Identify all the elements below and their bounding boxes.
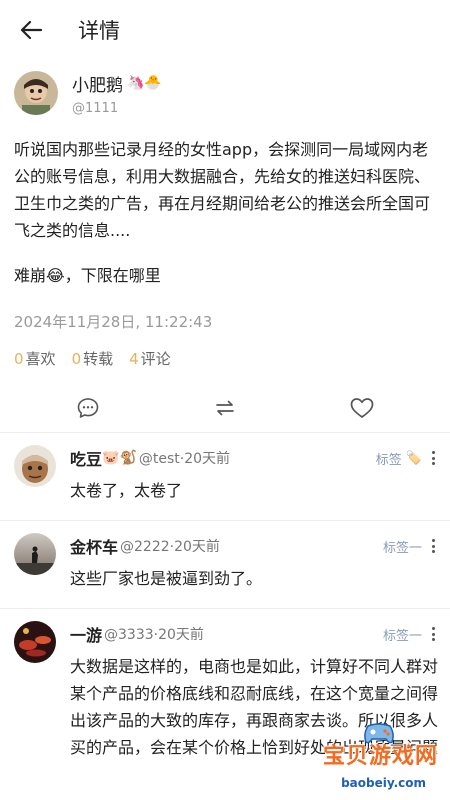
post-actions bbox=[0, 383, 450, 433]
comment-meta: @2222·20天前 bbox=[120, 539, 220, 555]
commenter-avatar[interactable] bbox=[14, 445, 56, 487]
comment-meta: @test·20天前 bbox=[138, 451, 231, 467]
author-avatar[interactable] bbox=[14, 71, 58, 115]
commenter-name[interactable]: 金杯车 bbox=[70, 534, 118, 558]
comment-tag: 标签一 bbox=[382, 540, 422, 556]
back-arrow-icon[interactable] bbox=[18, 17, 44, 43]
commenter-avatar[interactable] bbox=[14, 621, 56, 663]
commenter-name[interactable]: 一游 bbox=[70, 622, 102, 646]
author-emojis: 🦄🐣 bbox=[127, 75, 162, 91]
commenter-avatar[interactable] bbox=[14, 533, 56, 575]
more-vertical-icon[interactable] bbox=[426, 537, 440, 555]
more-vertical-icon[interactable] bbox=[426, 449, 440, 467]
heart-icon[interactable] bbox=[342, 388, 382, 428]
comments-stat[interactable]: 4 评论 bbox=[129, 348, 171, 369]
comment-tag: 标签一 bbox=[382, 628, 422, 644]
top-bar: 详情 bbox=[0, 0, 450, 60]
author-handle: @1111 bbox=[72, 100, 119, 116]
comment-icon[interactable] bbox=[68, 388, 108, 428]
author-name: 小肥鹅 bbox=[72, 75, 123, 96]
comment-item: 吃豆 🐷🐒 @test·20天前 标签 🏷️ 太卷了，太卷了 bbox=[0, 433, 450, 521]
site-watermark: 宝贝游戏网 baobeiy.com bbox=[304, 702, 444, 798]
post-paragraph: 听说国内那些记录月经的女性app，会探测同一局域网内老公的账号信息，利用大数据融… bbox=[14, 140, 431, 240]
comment-text: 太卷了，太卷了 bbox=[70, 481, 183, 500]
commenter-name[interactable]: 吃豆 bbox=[70, 446, 102, 470]
post-paragraph: 难崩😂，下限在哪里 bbox=[14, 266, 161, 285]
more-vertical-icon[interactable] bbox=[426, 625, 440, 643]
comment-item: 金杯车 @2222·20天前 标签一 这些厂家也是被逼到劲了。 bbox=[0, 521, 450, 609]
watermark-title: 宝贝游戏网 bbox=[322, 744, 438, 769]
post-stats: 0 喜欢 0 转载 4 评论 bbox=[0, 332, 450, 369]
post-author: 小肥鹅 🦄🐣 @1111 bbox=[0, 60, 450, 118]
comment-tag: 标签 🏷️ bbox=[375, 450, 422, 468]
comment-meta: @3333·20天前 bbox=[104, 627, 204, 643]
reposts-stat[interactable]: 0 转载 bbox=[72, 348, 114, 369]
commenter-emojis: 🐷🐒 bbox=[102, 450, 137, 466]
post-timestamp: 2024年11月28日, 11:22:43 bbox=[14, 313, 213, 331]
post-content: 听说国内那些记录月经的女性app，会探测同一局域网内老公的账号信息，利用大数据融… bbox=[0, 118, 450, 289]
repost-icon[interactable] bbox=[205, 388, 245, 428]
comment-text: 这些厂家也是被逼到劲了。 bbox=[70, 569, 263, 588]
likes-stat[interactable]: 0 喜欢 bbox=[14, 348, 56, 369]
page-title: 详情 bbox=[78, 19, 120, 43]
watermark-url: baobeiy.com bbox=[341, 776, 426, 790]
